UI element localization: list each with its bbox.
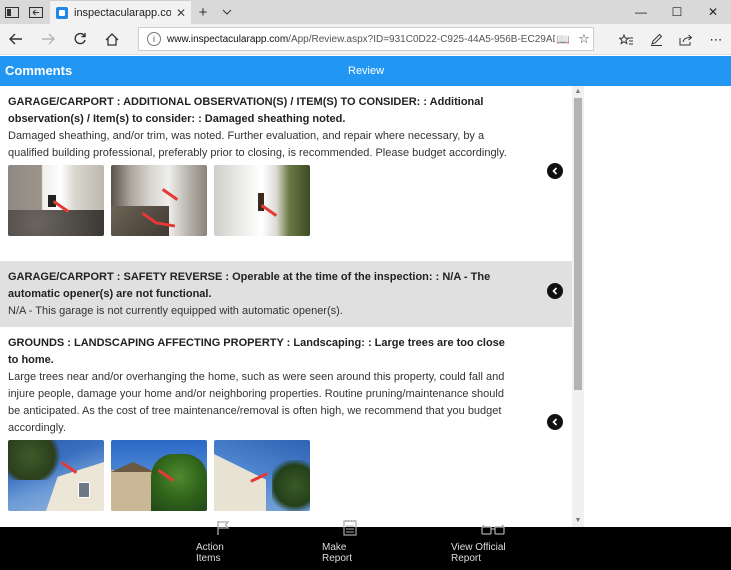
browser-toolbar-right: ⋯ [611, 24, 731, 55]
reading-view-icon[interactable]: 📖 [555, 33, 571, 46]
refresh-icon[interactable] [64, 24, 96, 55]
comment-title: GROUNDS : LANDSCAPING AFFECTING PROPERTY… [8, 337, 505, 366]
window-controls: — ☐ ✕ [623, 0, 731, 24]
pen-icon[interactable] [641, 24, 671, 55]
detail-pane [584, 86, 731, 527]
photo-thumbnail[interactable] [8, 165, 104, 236]
url-text: www.inspectacularapp.com/App/Review.aspx… [167, 34, 555, 45]
expand-arrow-icon[interactable] [547, 283, 563, 299]
chevron-down-icon[interactable] [215, 0, 239, 24]
favorites-icon[interactable] [611, 24, 641, 55]
view-official-report-label: View Official Report [451, 542, 506, 564]
comments-scrollbar[interactable]: ▲ ▼ [572, 86, 584, 527]
photo-thumbnail[interactable] [111, 165, 207, 236]
maximize-icon[interactable]: ☐ [659, 0, 695, 24]
close-icon[interactable]: ✕ [695, 0, 731, 24]
forward-arrow-icon[interactable] [32, 24, 64, 55]
site-info-icon[interactable]: i [147, 32, 161, 46]
browser-tab-strip: inspectacularapp.com ✕ + — ☐ ✕ [0, 0, 731, 24]
glasses-icon [481, 523, 505, 540]
home-icon[interactable] [96, 24, 128, 55]
bottom-action-bar: Action Items Make Report View Official R… [0, 520, 731, 570]
comment-body: Damaged sheathing, and/or trim, was note… [8, 130, 507, 159]
comment-item[interactable]: GARAGE/CARPORT : ADDITIONAL OBSERVATION(… [0, 86, 572, 261]
scroll-down-icon[interactable]: ▼ [572, 515, 584, 527]
scroll-up-icon[interactable]: ▲ [572, 86, 584, 98]
url-domain: www.inspectacularapp.com [167, 33, 289, 45]
make-report-label: Make Report [322, 542, 353, 564]
tab-preview-icon[interactable] [24, 0, 48, 24]
comment-body: Large trees near and/or overhanging the … [8, 371, 505, 434]
make-report-button[interactable]: Make Report [322, 520, 378, 570]
comments-list: GARAGE/CARPORT : ADDITIONAL OBSERVATION(… [0, 86, 584, 527]
view-official-report-button[interactable]: View Official Report [451, 524, 535, 570]
more-icon[interactable]: ⋯ [701, 24, 731, 55]
comment-photos [8, 440, 512, 511]
comment-title: GARAGE/CARPORT : ADDITIONAL OBSERVATION(… [8, 96, 484, 125]
expand-arrow-icon[interactable] [547, 163, 563, 179]
comments-heading: Comments [5, 63, 73, 78]
share-icon[interactable] [671, 24, 701, 55]
tab-title: inspectacularapp.com [74, 6, 171, 19]
browser-tab[interactable]: inspectacularapp.com ✕ [50, 0, 191, 24]
photo-thumbnail[interactable] [8, 440, 104, 511]
review-heading: Review [348, 65, 385, 77]
action-items-label: Action Items [196, 542, 224, 564]
address-bar[interactable]: i www.inspectacularapp.com/App/Review.as… [138, 27, 594, 51]
comment-body: N/A - This garage is not currently equip… [8, 305, 343, 317]
back-arrow-icon[interactable] [0, 24, 32, 55]
tab-close-icon[interactable]: ✕ [171, 6, 191, 20]
tabs-aside-icon[interactable] [0, 0, 24, 24]
site-favicon-icon [56, 6, 68, 19]
comment-photos [8, 165, 512, 236]
comment-item[interactable]: GROUNDS : LANDSCAPING AFFECTING PROPERTY… [0, 327, 572, 527]
browser-navigation-bar: i www.inspectacularapp.com/App/Review.as… [0, 24, 731, 55]
comment-item[interactable]: GARAGE/CARPORT : SAFETY REVERSE : Operab… [0, 261, 572, 327]
photo-thumbnail[interactable] [111, 440, 207, 511]
scrollbar-thumb[interactable] [574, 98, 582, 390]
notepad-icon [343, 519, 357, 540]
flag-icon [216, 520, 230, 540]
plus-icon[interactable]: + [191, 0, 215, 24]
app-header: Comments Review [0, 56, 731, 86]
expand-arrow-icon[interactable] [547, 414, 563, 430]
photo-thumbnail[interactable] [214, 440, 310, 511]
comment-title: GARAGE/CARPORT : SAFETY REVERSE : Operab… [8, 271, 491, 300]
minimize-icon[interactable]: — [623, 0, 659, 24]
url-path: /App/Review.aspx?ID=931C0D22-C925-44A5-9… [288, 33, 555, 45]
star-icon[interactable]: ☆ [575, 31, 593, 47]
photo-thumbnail[interactable] [214, 165, 310, 236]
action-items-button[interactable]: Action Items [196, 521, 250, 570]
